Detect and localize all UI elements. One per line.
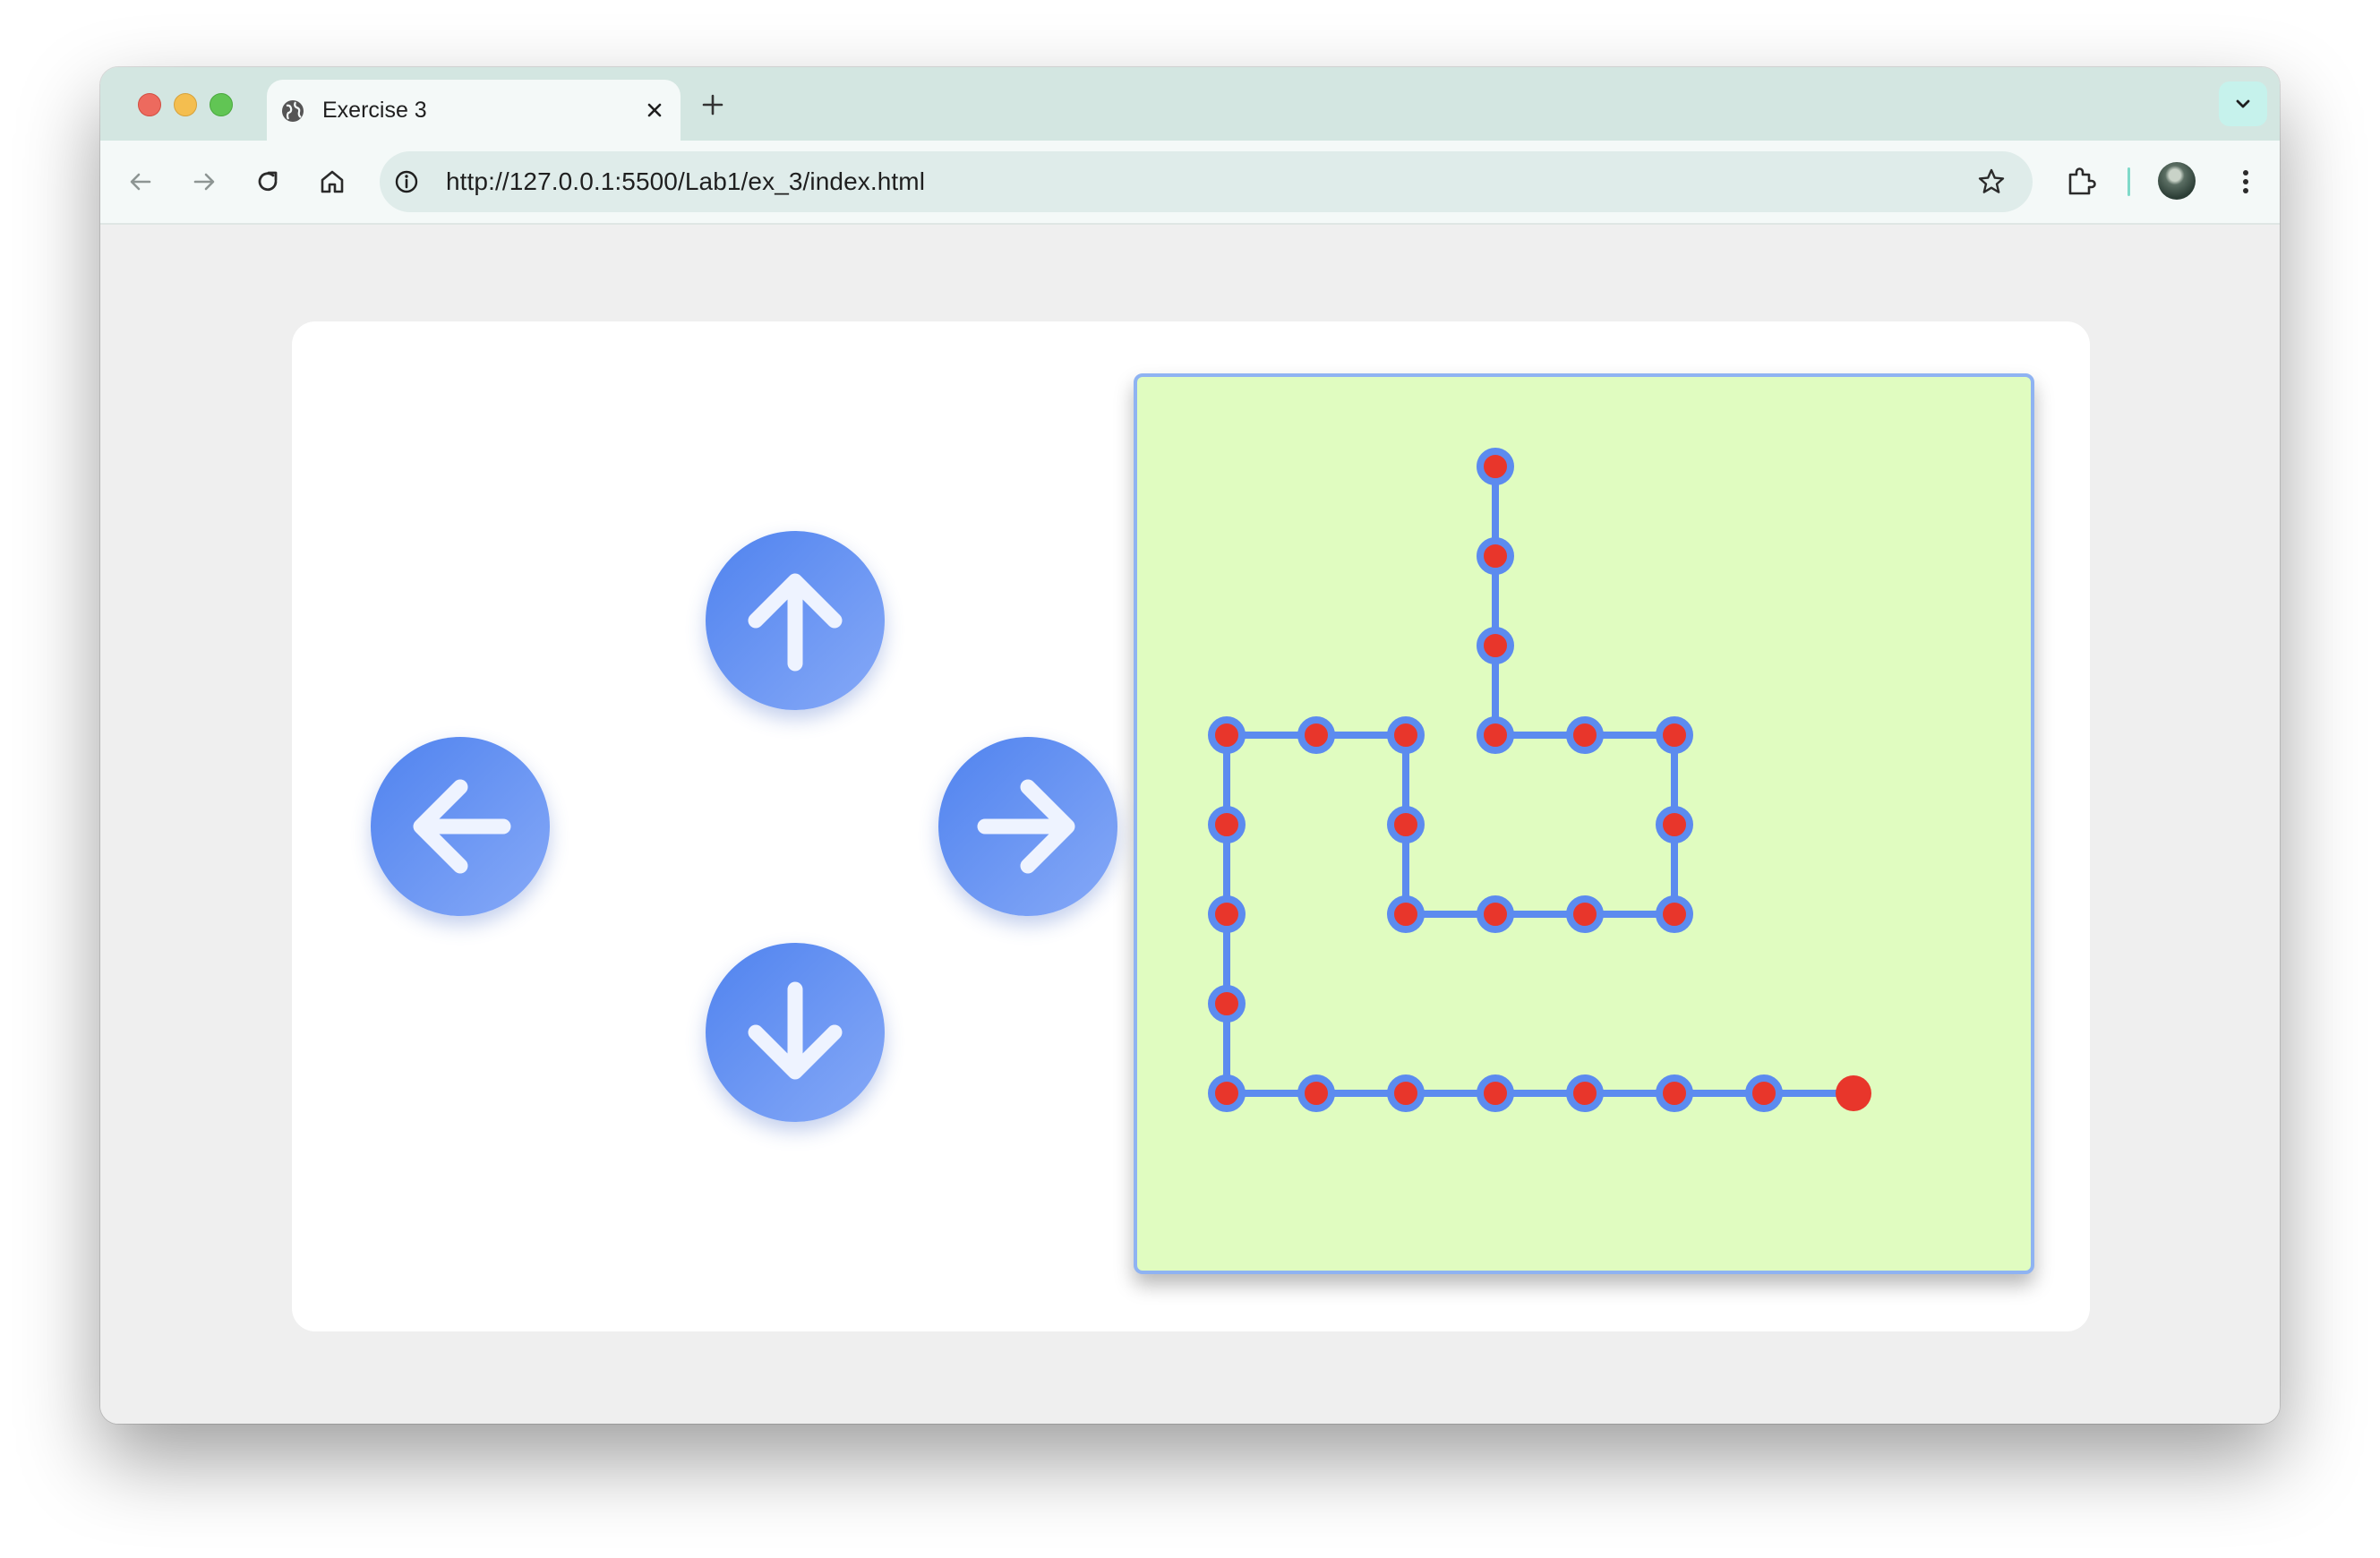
snake-segment-dot: [1477, 448, 1514, 485]
profile-avatar[interactable]: [2158, 162, 2196, 200]
arrow-left-icon: [413, 779, 511, 874]
snake-segment-dot: [1297, 1074, 1335, 1112]
snake-head-dot: [1836, 1075, 1871, 1111]
game-card: [292, 321, 2090, 1331]
left-arrow-button[interactable]: [371, 737, 550, 916]
browser-toolbar: http://127.0.0.1:5500/Lab1/ex_3/index.ht…: [100, 141, 2280, 225]
snake-segment-dot: [1477, 716, 1514, 754]
snake-segment-dot: [1208, 806, 1246, 843]
back-icon[interactable]: [125, 167, 156, 197]
snake-segment-dot: [1566, 895, 1604, 933]
address-bar[interactable]: http://127.0.0.1:5500/Lab1/ex_3/index.ht…: [380, 151, 2033, 212]
snake-segment-dot: [1297, 716, 1335, 754]
close-tab-icon[interactable]: [643, 98, 666, 122]
snake-segment-dot: [1656, 895, 1693, 933]
toolbar-separator: [2127, 167, 2130, 196]
url-text[interactable]: http://127.0.0.1:5500/Lab1/ex_3/index.ht…: [446, 151, 925, 212]
tab-search-button[interactable]: [2219, 81, 2267, 126]
snake-path-line: [1223, 467, 1853, 1097]
snake-segment-dot: [1208, 1074, 1246, 1112]
new-tab-icon[interactable]: [700, 92, 725, 117]
maximize-window-button[interactable]: [210, 93, 233, 116]
site-info-icon[interactable]: [392, 167, 421, 196]
snake-segment-dot: [1566, 1074, 1604, 1112]
reload-icon[interactable]: [253, 167, 283, 197]
close-window-button[interactable]: [138, 93, 161, 116]
snake-segment-dot: [1387, 1074, 1425, 1112]
snake-segment-dot: [1477, 895, 1514, 933]
page-viewport: [100, 225, 2280, 1424]
down-arrow-button[interactable]: [706, 943, 885, 1122]
snake-segment-dot: [1477, 537, 1514, 575]
snake-segment-dot: [1387, 895, 1425, 933]
snake-segment-dot: [1477, 1074, 1514, 1112]
snake-segment-dot: [1387, 716, 1425, 754]
tab-strip: Exercise 3: [100, 67, 2280, 141]
snake-segment-dot: [1745, 1074, 1783, 1112]
arrow-up-icon: [748, 573, 843, 672]
arrow-right-icon: [977, 779, 1075, 874]
snake-segment-dot: [1656, 806, 1693, 843]
snake-segment-dot: [1208, 985, 1246, 1023]
right-arrow-button[interactable]: [938, 737, 1117, 916]
snake-segment-dot: [1656, 716, 1693, 754]
snake-segment-dot: [1566, 716, 1604, 754]
more-menu-icon[interactable]: [2228, 164, 2264, 200]
snake-segment-dot: [1208, 895, 1246, 933]
snake-canvas: [1208, 448, 1871, 1112]
minimize-window-button[interactable]: [174, 93, 197, 116]
snake-segment-dot: [1208, 716, 1246, 754]
browser-window: Exercise 3 http://127.0.0.1:5500/Lab1/ex…: [100, 67, 2280, 1424]
tab-exercise-3[interactable]: Exercise 3: [267, 80, 681, 141]
home-icon[interactable]: [317, 167, 347, 197]
snake-segment-dot: [1477, 627, 1514, 664]
up-arrow-button[interactable]: [706, 531, 885, 710]
bookmark-star-icon[interactable]: [1975, 166, 2008, 198]
tab-title: Exercise 3: [322, 98, 427, 123]
chevron-down-icon: [2236, 99, 2250, 108]
extensions-icon[interactable]: [2063, 163, 2099, 199]
snake-segment-dot: [1656, 1074, 1693, 1112]
forward-icon[interactable]: [189, 167, 219, 197]
globe-icon: [282, 100, 304, 122]
game-board: [1134, 373, 2034, 1274]
snake-segment-dot: [1387, 806, 1425, 843]
arrow-down-icon: [748, 981, 843, 1080]
